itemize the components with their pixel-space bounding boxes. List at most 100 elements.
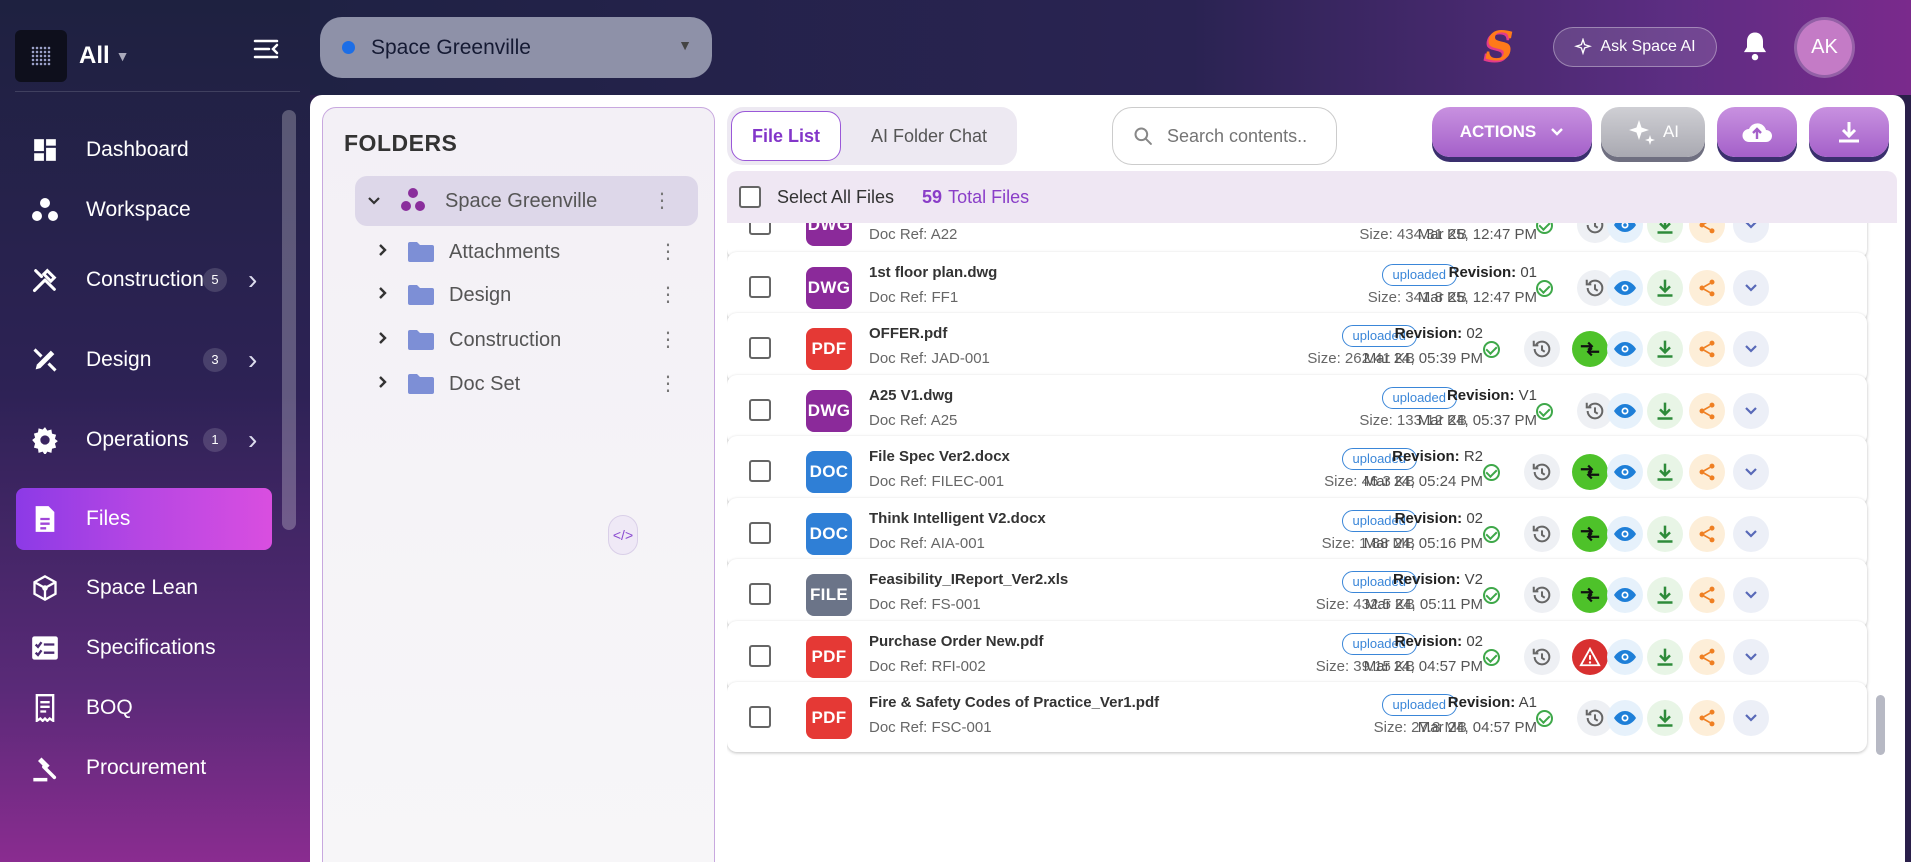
share-button[interactable]	[1689, 454, 1725, 490]
history-button[interactable]	[1524, 639, 1560, 675]
folder-item-construction[interactable]: Construction ⋮	[373, 318, 703, 362]
view-button[interactable]	[1607, 577, 1643, 613]
file-name[interactable]: OFFER.pdf	[869, 325, 947, 342]
sidebar-item-files[interactable]: Files	[16, 488, 272, 550]
sidebar-item-dashboard[interactable]: Dashboard	[16, 120, 272, 180]
kebab-menu-icon[interactable]: ⋮	[652, 191, 672, 211]
sidebar-item-workspace[interactable]: Workspace	[16, 180, 272, 240]
view-button[interactable]	[1607, 331, 1643, 367]
download-file-button[interactable]	[1647, 454, 1683, 490]
kebab-menu-icon[interactable]: ⋮	[658, 330, 678, 350]
panel-resize-handle[interactable]: </>	[608, 515, 638, 555]
file-name[interactable]: Purchase Order New.pdf	[869, 633, 1044, 650]
workspace-switcher[interactable]: All ▼	[79, 42, 130, 70]
view-button[interactable]	[1607, 700, 1643, 736]
kebab-menu-icon[interactable]: ⋮	[658, 285, 678, 305]
compare-button[interactable]	[1572, 331, 1608, 367]
row-checkbox[interactable]	[749, 522, 771, 544]
sidebar-item-specifications[interactable]: Specifications	[16, 618, 272, 678]
ai-button[interactable]: AI	[1601, 107, 1705, 157]
download-file-button[interactable]	[1647, 577, 1683, 613]
kebab-menu-icon[interactable]: ⋮	[658, 374, 678, 394]
folder-item-design[interactable]: Design ⋮	[373, 273, 703, 317]
row-checkbox[interactable]	[749, 645, 771, 667]
chevron-right-icon[interactable]	[373, 286, 393, 305]
select-all-checkbox[interactable]	[739, 186, 761, 208]
table-row[interactable]: PDF OFFER.pdf Doc Ref: JAD-001 uploaded Size…	[727, 313, 1867, 383]
expand-row-button[interactable]	[1733, 223, 1769, 243]
expand-row-button[interactable]	[1733, 516, 1769, 552]
expand-row-button[interactable]	[1733, 393, 1769, 429]
sidebar-item-operations[interactable]: Operations 1 ›	[16, 400, 272, 480]
expand-row-button[interactable]	[1733, 270, 1769, 306]
tab-ai-folder-chat[interactable]: AI Folder Chat	[849, 111, 1009, 161]
expand-row-button[interactable]	[1733, 577, 1769, 613]
compare-button[interactable]	[1572, 577, 1608, 613]
row-checkbox[interactable]	[749, 223, 771, 235]
file-name[interactable]: Feasibility_IReport_Ver2.xls	[869, 571, 1068, 588]
notifications-bell-icon[interactable]	[1740, 30, 1770, 62]
row-checkbox[interactable]	[749, 399, 771, 421]
file-list-scrollbar[interactable]	[1876, 695, 1885, 755]
chevron-right-icon[interactable]	[373, 331, 393, 350]
upload-button[interactable]	[1717, 107, 1797, 157]
share-button[interactable]	[1689, 270, 1725, 306]
row-checkbox[interactable]	[749, 583, 771, 605]
download-button[interactable]	[1809, 107, 1889, 157]
search-input[interactable]	[1167, 125, 1317, 147]
share-button[interactable]	[1689, 223, 1725, 243]
file-name[interactable]: Fire & Safety Codes of Practice_Ver1.pdf	[869, 694, 1159, 711]
table-row[interactable]: DWG A25 V1.dwg Doc Ref: A25 uploaded Size: 1…	[727, 375, 1867, 445]
expand-row-button[interactable]	[1733, 639, 1769, 675]
view-button[interactable]	[1607, 454, 1643, 490]
history-button[interactable]	[1524, 454, 1560, 490]
sidebar-item-procurement[interactable]: Procurement	[16, 738, 272, 798]
download-file-button[interactable]	[1647, 516, 1683, 552]
kebab-menu-icon[interactable]: ⋮	[658, 242, 678, 262]
chevron-right-icon[interactable]	[373, 243, 393, 262]
share-button[interactable]	[1689, 700, 1725, 736]
folder-item-doc-set[interactable]: Doc Set ⋮	[373, 362, 703, 406]
table-row[interactable]: PDF Purchase Order New.pdf Doc Ref: RFI-00…	[727, 621, 1867, 691]
sidebar-item-design[interactable]: Design 3 ›	[16, 320, 272, 400]
folder-item-attachments[interactable]: Attachments ⋮	[373, 230, 703, 274]
expand-row-button[interactable]	[1733, 454, 1769, 490]
table-row[interactable]: DWG 1st floor plan.dwg Doc Ref: FF1 uploade…	[727, 252, 1867, 322]
history-button[interactable]	[1524, 577, 1560, 613]
compare-button[interactable]	[1572, 454, 1608, 490]
view-button[interactable]	[1607, 393, 1643, 429]
expand-row-button[interactable]	[1733, 700, 1769, 736]
view-button[interactable]	[1607, 270, 1643, 306]
download-file-button[interactable]	[1647, 639, 1683, 675]
ask-ai-button[interactable]: Ask Space AI	[1553, 27, 1717, 67]
table-row[interactable]: DOC File Spec Ver2.docx Doc Ref: FILEC-001…	[727, 436, 1867, 506]
space-selector[interactable]: Space Greenville ▼	[320, 17, 712, 78]
file-name[interactable]: A25 V1.dwg	[869, 387, 953, 404]
download-file-button[interactable]	[1647, 270, 1683, 306]
table-row[interactable]: DOC Think Intelligent V2.docx Doc Ref: AIA…	[727, 498, 1867, 568]
download-file-button[interactable]	[1647, 393, 1683, 429]
view-button[interactable]	[1607, 639, 1643, 675]
actions-button[interactable]: ACTIONS	[1432, 107, 1592, 157]
download-file-button[interactable]	[1647, 331, 1683, 367]
share-button[interactable]	[1689, 639, 1725, 675]
share-button[interactable]	[1689, 393, 1725, 429]
tab-file-list[interactable]: File List	[731, 111, 841, 161]
row-checkbox[interactable]	[749, 706, 771, 728]
history-button[interactable]	[1524, 516, 1560, 552]
row-checkbox[interactable]	[749, 460, 771, 482]
download-file-button[interactable]	[1647, 223, 1683, 243]
download-file-button[interactable]	[1647, 700, 1683, 736]
app-logo[interactable]	[15, 29, 67, 82]
folder-root-item[interactable]: Space Greenville ⋮	[355, 176, 698, 226]
compare-button[interactable]	[1572, 516, 1608, 552]
table-row[interactable]: PDF Fire & Safety Codes of Practice_Ver1.…	[727, 682, 1867, 752]
history-button[interactable]	[1524, 331, 1560, 367]
share-button[interactable]	[1689, 577, 1725, 613]
sidebar-scrollbar[interactable]	[282, 110, 296, 530]
share-button[interactable]	[1689, 331, 1725, 367]
row-checkbox[interactable]	[749, 276, 771, 298]
sidebar-item-construction[interactable]: Construction 5 ›	[16, 240, 272, 320]
sidebar-item-space-lean[interactable]: Space Lean	[16, 558, 272, 618]
expand-row-button[interactable]	[1733, 331, 1769, 367]
